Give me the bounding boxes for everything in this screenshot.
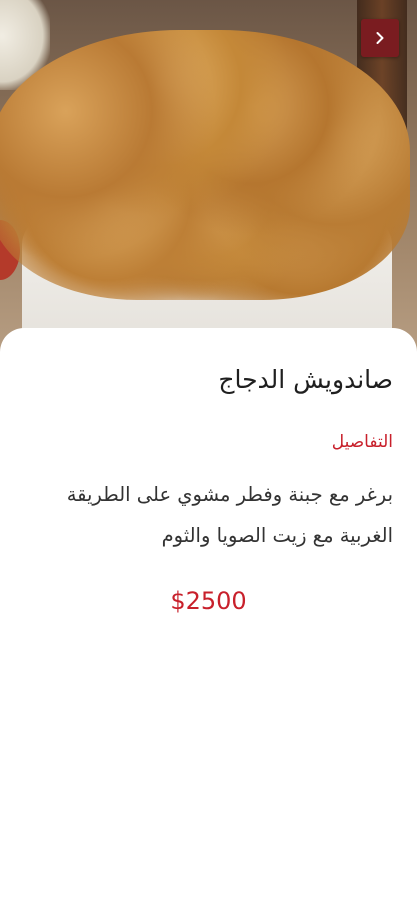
product-detail-screen: صاندويش الدجاج التفاصيل برغر مع جبنة وفط… xyxy=(0,0,417,900)
product-description: برغر مع جبنة وفطر مشوي على الطريقة الغرب… xyxy=(66,483,393,547)
product-image xyxy=(0,0,417,360)
fried-chicken-shape xyxy=(0,30,410,300)
product-details-card: صاندويش الدجاج التفاصيل برغر مع جبنة وفط… xyxy=(0,328,417,900)
details-label: التفاصيل xyxy=(331,432,393,452)
product-price: $2500 xyxy=(170,587,247,615)
chevron-right-icon xyxy=(373,31,387,45)
product-title: صاندويش الدجاج xyxy=(218,365,393,394)
forward-button[interactable] xyxy=(361,19,399,57)
